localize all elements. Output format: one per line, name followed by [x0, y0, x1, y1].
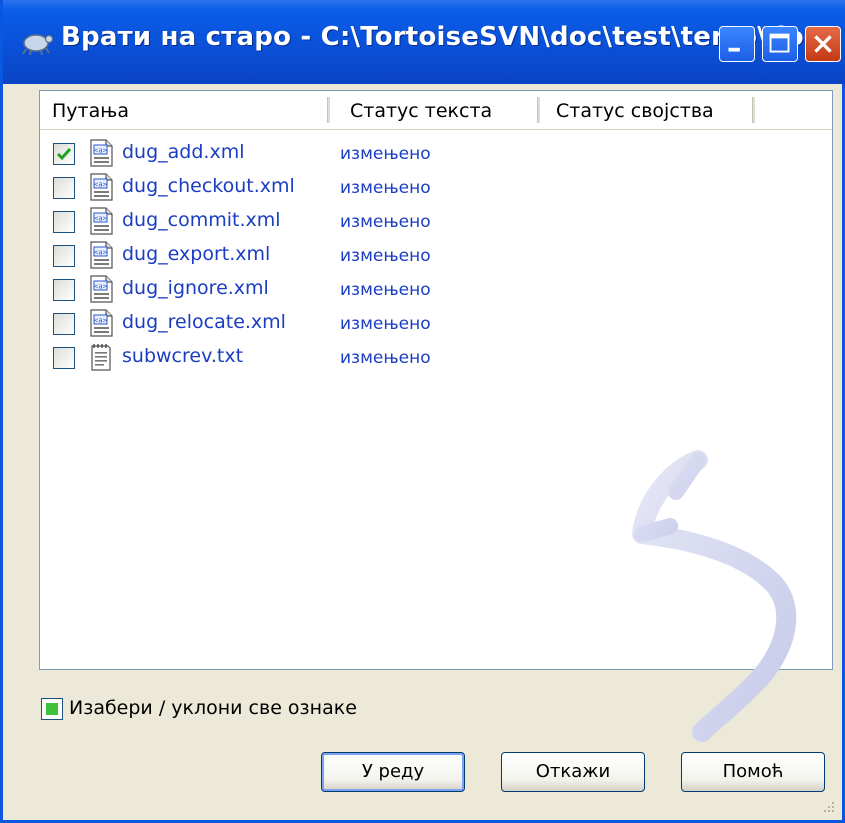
minimize-button[interactable] [719, 26, 755, 62]
file-name: dug_add.xml [122, 141, 245, 163]
svg-text:<a>: <a> [94, 181, 107, 189]
file-checkbox[interactable] [53, 245, 75, 267]
select-all-label[interactable]: Изабери / уклони све ознаке [69, 697, 357, 719]
svg-text:<a>: <a> [94, 249, 107, 257]
tortoise-app-icon [22, 34, 53, 56]
select-all-checkbox[interactable] [41, 698, 63, 720]
ok-button[interactable]: У реду [321, 752, 465, 792]
text-status: измењено [340, 280, 431, 300]
file-checkbox[interactable] [53, 177, 75, 199]
column-header-property-status[interactable]: Статус својства [540, 91, 755, 129]
close-icon [814, 35, 832, 53]
file-list[interactable]: Путања Статус текста Статус својства <a>… [39, 90, 833, 742]
window-title: Врати на старо - C:\TortoiseSVN\doc\test… [61, 22, 820, 52]
file-row[interactable]: <a> dug_add.xml измењено [40, 137, 832, 171]
revert-arrow-watermark-icon [632, 450, 797, 742]
text-status: измењено [340, 246, 431, 266]
file-name: dug_relocate.xml [122, 311, 286, 333]
column-header-path[interactable]: Путања [40, 91, 330, 129]
text-status: измењено [340, 348, 431, 368]
minimize-icon [728, 47, 740, 52]
file-name: dug_export.xml [122, 243, 271, 265]
text-file-icon [88, 343, 114, 371]
xml-file-icon: <a> [88, 241, 114, 269]
maximize-icon [769, 33, 790, 53]
maximize-button[interactable] [762, 26, 798, 62]
file-row[interactable]: <a> dug_ignore.xml измењено [40, 273, 832, 307]
file-checkbox[interactable] [53, 211, 75, 233]
xml-file-icon: <a> [88, 309, 114, 337]
svg-text:<a>: <a> [94, 215, 107, 223]
file-row[interactable]: <a> dug_checkout.xml измењено [40, 171, 832, 205]
xml-file-icon: <a> [88, 139, 114, 167]
file-row[interactable]: <a> dug_relocate.xml измењено [40, 307, 832, 341]
list-header: Путања Статус текста Статус својства [40, 91, 832, 130]
cancel-button[interactable]: Откажи [501, 752, 645, 792]
close-button[interactable] [805, 26, 841, 62]
file-checkbox[interactable] [53, 313, 75, 335]
file-name: dug_ignore.xml [122, 277, 269, 299]
text-status: измењено [340, 178, 431, 198]
xml-file-icon: <a> [88, 207, 114, 235]
file-name: dug_checkout.xml [122, 175, 295, 197]
file-checkbox[interactable] [53, 143, 75, 165]
text-status: измењено [340, 314, 431, 334]
svg-text:<a>: <a> [94, 147, 107, 155]
file-checkbox[interactable] [53, 279, 75, 301]
svg-text:<a>: <a> [94, 283, 107, 291]
column-header-label: Статус текста [350, 100, 493, 122]
title-bar[interactable]: Врати на старо - C:\TortoiseSVN\doc\test… [3, 0, 845, 84]
column-header-label: Статус својства [556, 100, 714, 122]
file-checkbox[interactable] [53, 347, 75, 369]
text-status: измењено [340, 212, 431, 232]
checkmark-icon [56, 148, 72, 161]
xml-file-icon: <a> [88, 275, 114, 303]
resize-grip-icon[interactable] [820, 798, 836, 814]
text-status: измењено [340, 144, 431, 164]
xml-file-icon: <a> [88, 173, 114, 201]
revert-dialog: Врати на старо - C:\TortoiseSVN\doc\test… [0, 0, 845, 823]
file-row[interactable]: <a> dug_commit.xml измењено [40, 205, 832, 239]
file-row[interactable]: <a> dug_export.xml измењено [40, 239, 832, 273]
file-name: dug_commit.xml [122, 209, 281, 231]
help-button[interactable]: Помоћ [681, 752, 825, 792]
column-header-label: Путања [52, 100, 129, 122]
partial-check-indicator [46, 703, 58, 715]
file-name: subwcrev.txt [122, 345, 244, 367]
file-row[interactable]: subwcrev.txt измењено [40, 341, 832, 375]
svg-text:<a>: <a> [94, 317, 107, 325]
column-header-text-status[interactable]: Статус текста [330, 91, 540, 129]
